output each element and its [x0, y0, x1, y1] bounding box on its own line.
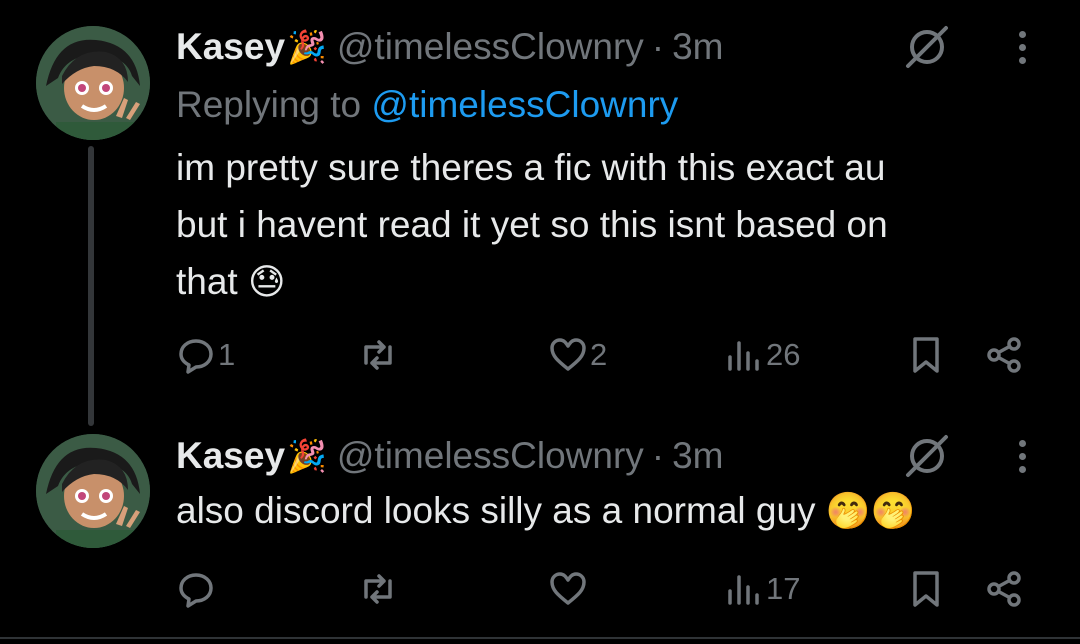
bookmark-icon [913, 571, 939, 607]
timestamp[interactable]: 3m [672, 22, 723, 72]
views-count: 26 [766, 337, 801, 372]
share-icon [987, 571, 1021, 607]
share-icon [987, 337, 1021, 373]
more-icon[interactable] [1002, 433, 1042, 479]
action-bar: 1 2 26 [0, 330, 1080, 380]
grok-icon[interactable] [904, 433, 950, 479]
avatar[interactable] [36, 26, 150, 140]
separator-dot: · [651, 26, 665, 67]
share-button[interactable] [984, 330, 1024, 380]
thread-line [88, 146, 94, 426]
tweet-text-line: also discord looks silly as a normal guy [176, 490, 816, 531]
bookmark-button[interactable] [906, 564, 946, 614]
party-popper-emoji: 🎉 [287, 438, 327, 474]
replying-to-label: Replying to [176, 84, 372, 125]
like-icon [550, 572, 586, 605]
tweet[interactable]: Kasey 🎉 @timelessClownry · 3m Replying t… [0, 0, 1080, 426]
retweet-button[interactable] [358, 330, 400, 380]
user-handle[interactable]: @timelessClownry [337, 431, 644, 481]
avatar-image [36, 26, 150, 140]
display-name[interactable]: Kasey [176, 431, 285, 481]
retweet-icon [364, 340, 392, 370]
views-icon [728, 575, 759, 605]
retweet-icon [364, 574, 392, 604]
share-button[interactable] [984, 564, 1024, 614]
reply-button[interactable]: 1 [176, 330, 235, 380]
tweet-text: also discord looks silly as a normal guy… [176, 482, 1036, 539]
like-button[interactable]: 2 [548, 330, 607, 380]
action-bar: 17 [0, 564, 1080, 614]
timestamp[interactable]: 3m [672, 431, 723, 481]
like-count: 2 [590, 337, 608, 372]
like-button[interactable] [548, 564, 590, 614]
avatar[interactable] [36, 434, 150, 548]
retweet-button[interactable] [358, 564, 400, 614]
sweat-emoji: 😓 [248, 261, 286, 302]
views-icon [728, 341, 759, 371]
views-button[interactable]: 17 [724, 564, 800, 614]
face-with-hand-over-mouth-emoji: 🤭🤭 [825, 490, 916, 531]
like-icon [550, 338, 586, 371]
more-icon[interactable] [1002, 24, 1042, 70]
avatar-image [36, 434, 150, 548]
separator-dot: · [651, 435, 665, 476]
views-button[interactable]: 26 [724, 330, 800, 380]
party-popper-emoji: 🎉 [287, 29, 327, 65]
tweet-text-line: im pretty sure theres a fic with this ex… [176, 147, 886, 188]
display-name[interactable]: Kasey [176, 22, 285, 72]
reply-count: 1 [218, 337, 236, 372]
divider [0, 637, 1080, 639]
tweet[interactable]: Kasey 🎉 @timelessClownry · 3m also disco… [0, 420, 1080, 637]
user-handle[interactable]: @timelessClownry [337, 22, 644, 72]
replying-to-mention[interactable]: @timelessClownry [371, 84, 678, 125]
bookmark-button[interactable] [906, 330, 946, 380]
tweet-text-line: that [176, 261, 238, 302]
tweet-text: im pretty sure theres a fic with this ex… [176, 139, 1036, 310]
tweet-text-line: but i havent read it yet so this isnt ba… [176, 204, 888, 245]
tweet-header: Kasey 🎉 @timelessClownry · 3m [176, 22, 724, 72]
views-count: 17 [766, 571, 801, 606]
bookmark-icon [913, 337, 939, 373]
reply-icon [179, 339, 213, 374]
reply-icon [179, 573, 213, 608]
grok-icon[interactable] [904, 24, 950, 70]
tweet-header: Kasey 🎉 @timelessClownry · 3m [176, 431, 724, 481]
replying-to: Replying to @timelessClownry [176, 80, 678, 130]
reply-button[interactable] [176, 564, 218, 614]
